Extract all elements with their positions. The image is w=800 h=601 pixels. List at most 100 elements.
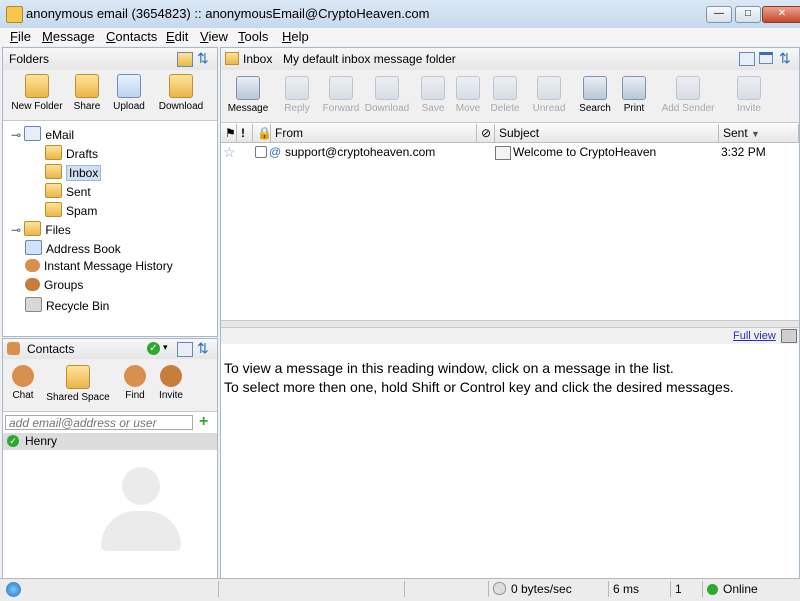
message-icon <box>236 76 260 100</box>
invite-toolbar-button[interactable]: Invite <box>731 76 767 114</box>
download-icon <box>375 76 399 100</box>
message-row[interactable]: ☆ @ support@cryptoheaven.com Welcome to … <box>221 144 799 162</box>
search-icon <box>583 76 607 100</box>
close-button[interactable]: ✕ <box>762 6 800 23</box>
message-toolbar-button[interactable]: Message <box>225 76 271 114</box>
contacts-header: Contacts ✓ ▾ ⇅ <box>3 339 217 360</box>
email-address-icon: @ <box>269 145 282 159</box>
menu-message[interactable]: Message <box>42 29 95 44</box>
minimize-button[interactable]: — <box>706 6 732 23</box>
find-button[interactable]: Find <box>119 365 151 401</box>
inbox-header-icon <box>225 52 239 65</box>
folder-header: Inbox My default inbox message folder ⇅ <box>221 48 799 71</box>
share-icon <box>75 74 99 98</box>
address-book-icon <box>25 240 42 255</box>
online-status-icon <box>707 584 718 595</box>
tree-sent[interactable]: Sent <box>45 183 91 199</box>
refresh-icon[interactable]: ⇅ <box>197 50 209 67</box>
search-toolbar-button[interactable]: Search <box>575 76 615 114</box>
folder-view-icon[interactable] <box>177 52 193 67</box>
menu-edit[interactable]: Edit <box>166 29 188 44</box>
menu-view[interactable]: View <box>200 29 228 44</box>
tree-spam[interactable]: Spam <box>45 202 97 218</box>
print-toolbar-button[interactable]: Print <box>619 76 649 114</box>
pane-splitter[interactable] <box>221 320 799 328</box>
tree-drafts[interactable]: Drafts <box>45 145 98 161</box>
reading-hint-line2: To select more then one, hold Shift or C… <box>224 379 734 395</box>
priority-column-icon[interactable]: ! <box>237 124 253 142</box>
contacts-watermark-icon <box>99 467 183 557</box>
tree-recycle-bin[interactable]: Recycle Bin <box>25 297 109 313</box>
save-toolbar-button[interactable]: Save <box>417 76 449 114</box>
menu-tools[interactable]: Tools <box>238 29 268 44</box>
reply-icon <box>285 76 309 100</box>
menu-bar: File Message Contacts Edit View Tools He… <box>0 28 800 46</box>
reading-pane-header: Full view <box>221 328 799 344</box>
globe-icon[interactable] <box>6 582 21 597</box>
split-view-icon[interactable] <box>759 52 773 64</box>
flag-column-icon[interactable]: ⚑ <box>221 124 237 142</box>
message-icon <box>495 146 511 160</box>
online-status[interactable]: Online <box>702 581 800 597</box>
attachment-column-icon[interactable]: ⊘ <box>477 124 495 142</box>
menu-help[interactable]: Help <box>282 29 309 44</box>
invite-contact-button[interactable]: Invite <box>153 365 189 401</box>
lock-column-icon[interactable]: 🔒 <box>253 124 272 142</box>
delete-icon <box>493 76 517 100</box>
tree-email[interactable]: ⊸ eMail <box>11 126 74 142</box>
drafts-icon <box>45 145 62 160</box>
forward-toolbar-button[interactable]: Forward <box>321 76 361 114</box>
save-icon <box>421 76 445 100</box>
recycle-bin-icon <box>25 297 42 312</box>
tree-files[interactable]: ⊸ Files <box>11 221 71 237</box>
status-dropdown-icon[interactable]: ▾ <box>163 342 168 353</box>
layout-icon[interactable] <box>739 52 755 66</box>
tree-im-history[interactable]: Instant Message History <box>25 259 173 273</box>
add-contact-icon[interactable]: + <box>199 414 208 430</box>
full-view-link[interactable]: Full view <box>733 330 776 342</box>
delete-toolbar-button[interactable]: Delete <box>487 76 523 114</box>
sent-icon <box>45 183 62 198</box>
subject-column-header[interactable]: Subject <box>495 124 719 142</box>
latency: 6 ms <box>608 581 670 597</box>
add-contact-input[interactable] <box>5 415 193 430</box>
sent-column-header[interactable]: Sent ▼ <box>719 124 799 142</box>
groups-icon <box>25 278 40 291</box>
upload-button[interactable]: Upload <box>109 74 149 112</box>
download-button[interactable]: Download <box>153 74 209 112</box>
unlocked-icon <box>255 146 267 158</box>
status-online-icon[interactable]: ✓ <box>147 342 160 355</box>
star-icon[interactable]: ☆ <box>223 144 236 161</box>
invite-icon <box>160 365 182 387</box>
tree-inbox[interactable]: Inbox <box>45 164 102 181</box>
contacts-view-icon[interactable] <box>177 342 193 357</box>
add-sender-toolbar-button[interactable]: Add Sender <box>655 76 721 114</box>
contacts-title: Contacts <box>27 342 75 356</box>
forward-icon <box>329 76 353 100</box>
shared-space-button[interactable]: Shared Space <box>43 365 113 403</box>
reply-toolbar-button[interactable]: Reply <box>277 76 317 114</box>
folders-header: Folders ⇅ <box>3 48 217 71</box>
menu-contacts[interactable]: Contacts <box>106 29 157 44</box>
chat-button[interactable]: Chat <box>7 365 39 401</box>
status-bar: 0 bytes/sec 6 ms 1 Online <box>0 578 800 601</box>
share-button[interactable]: Share <box>69 74 105 112</box>
folder-name: Inbox <box>243 52 273 66</box>
main-refresh-icon[interactable]: ⇅ <box>779 50 791 67</box>
tree-address-book[interactable]: Address Book <box>25 240 121 256</box>
status-cell-empty <box>218 581 404 597</box>
tree-groups[interactable]: Groups <box>25 278 83 292</box>
unread-toolbar-button[interactable]: Unread <box>529 76 569 114</box>
contact-row[interactable]: ✓ Henry <box>3 433 217 450</box>
move-toolbar-button[interactable]: Move <box>453 76 483 114</box>
new-folder-button[interactable]: New Folder <box>9 74 65 112</box>
print-preview-icon[interactable] <box>781 329 797 343</box>
download-toolbar-button[interactable]: Download <box>361 76 413 114</box>
maximize-button[interactable]: □ <box>735 6 761 23</box>
reading-hint-line1: To view a message in this reading window… <box>224 360 674 376</box>
contacts-refresh-icon[interactable]: ⇅ <box>197 340 209 357</box>
unread-icon <box>537 76 561 100</box>
menu-file[interactable]: File <box>10 29 31 44</box>
main-panel: Inbox My default inbox message folder ⇅ … <box>220 47 800 580</box>
from-column-header[interactable]: From <box>271 124 477 142</box>
